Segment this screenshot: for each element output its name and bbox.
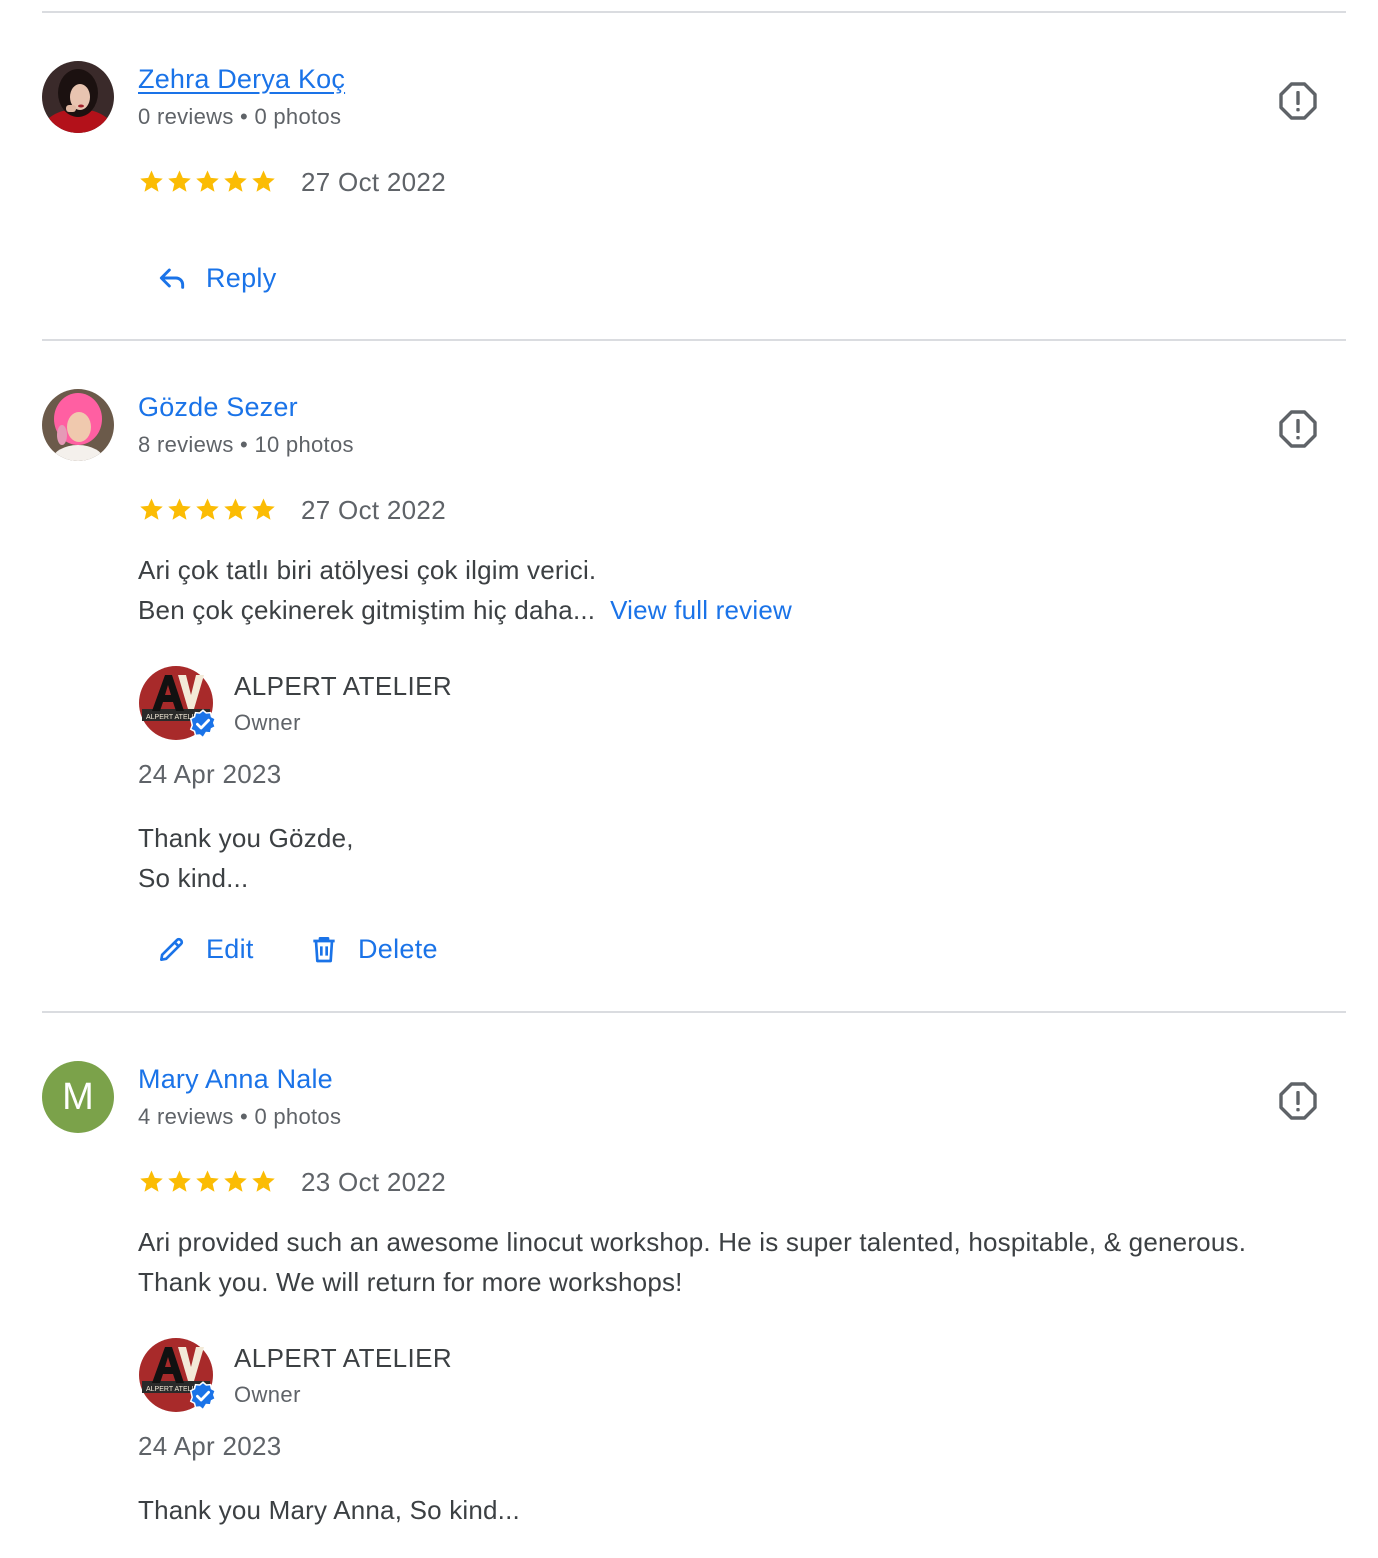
star-rating — [138, 496, 277, 523]
review-text: Ari çok tatlı biri atölyesi çok ilgim ve… — [138, 550, 792, 630]
owner-reply-line: Thank you Gözde, — [138, 823, 354, 853]
delete-label: Delete — [358, 933, 438, 964]
delete-trash-icon — [313, 937, 335, 963]
review-text-line: Ari provided such an awesome linocut wor… — [138, 1227, 1247, 1257]
divider — [42, 11, 1346, 13]
reply-button[interactable]: Reply — [156, 262, 277, 294]
star-icon — [138, 168, 165, 195]
reviewer-name[interactable]: Mary Anna Nale — [138, 1064, 333, 1095]
star-icon — [138, 1168, 165, 1195]
avatar[interactable]: M — [42, 1061, 114, 1133]
report-flag-icon[interactable] — [1276, 79, 1320, 123]
star-icon — [194, 496, 221, 523]
view-full-review-link[interactable]: View full review — [610, 595, 792, 625]
star-icon — [166, 1168, 193, 1195]
reply-icon — [159, 268, 185, 289]
edit-button[interactable]: Edit — [156, 933, 254, 965]
reviewer-meta: 0 reviews • 0 photos — [138, 104, 342, 129]
verified-badge-icon — [188, 709, 218, 739]
star-rating — [138, 168, 277, 195]
delete-button[interactable]: Delete — [308, 933, 438, 965]
reply-label: Reply — [206, 262, 277, 293]
star-icon — [194, 168, 221, 195]
review-text: Ari provided such an awesome linocut wor… — [138, 1222, 1246, 1302]
reviewer-meta: 4 reviews • 0 photos — [138, 1104, 342, 1129]
edit-label: Edit — [206, 933, 254, 964]
review-date: 27 Oct 2022 — [301, 167, 446, 197]
star-icon — [222, 168, 249, 195]
owner-reply-date: 24 Apr 2023 — [138, 1431, 282, 1461]
avatar[interactable] — [42, 61, 114, 133]
owner-reply-date: 24 Apr 2023 — [138, 759, 282, 789]
edit-pencil-icon — [160, 937, 184, 961]
report-flag-icon[interactable] — [1276, 407, 1320, 451]
divider — [42, 1011, 1346, 1013]
star-rating — [138, 1168, 277, 1195]
reviewer-name[interactable]: Gözde Sezer — [138, 392, 298, 423]
avatar[interactable] — [42, 389, 114, 461]
star-icon — [222, 496, 249, 523]
owner-name: ALPERT ATELIER — [234, 671, 453, 701]
report-flag-icon[interactable] — [1276, 1079, 1320, 1123]
owner-reply-line: Thank you Mary Anna, So kind... — [138, 1495, 520, 1525]
avatar-letter: M — [62, 1075, 94, 1118]
reviewer-meta: 8 reviews • 10 photos — [138, 432, 354, 457]
review-text-truncated: Ben çok çekinerek gitmiştim hiç daha... — [138, 595, 596, 625]
review-text-line: Ben çok çekinerek gitmiştim hiç daha... … — [138, 590, 792, 630]
review-date: 27 Oct 2022 — [301, 495, 446, 525]
review-text-line: Thank you. We will return for more works… — [138, 1267, 683, 1297]
verified-badge-icon — [188, 1381, 218, 1411]
owner-reply-text: Thank you Gözde, So kind... — [138, 818, 354, 898]
owner-reply-text: Thank you Mary Anna, So kind... — [138, 1490, 520, 1530]
owner-name: ALPERT ATELIER — [234, 1343, 453, 1373]
reviewer-name[interactable]: Zehra Derya Koç — [138, 64, 345, 95]
star-icon — [250, 496, 277, 523]
owner-role: Owner — [234, 710, 301, 735]
star-icon — [250, 1168, 277, 1195]
owner-role: Owner — [234, 1382, 301, 1407]
divider — [42, 339, 1346, 341]
star-icon — [194, 1168, 221, 1195]
star-icon — [222, 1168, 249, 1195]
review-date: 23 Oct 2022 — [301, 1167, 446, 1197]
star-icon — [138, 496, 165, 523]
star-icon — [250, 168, 277, 195]
review-text-line: Ari çok tatlı biri atölyesi çok ilgim ve… — [138, 555, 597, 585]
owner-reply-line: So kind... — [138, 863, 249, 893]
star-icon — [166, 496, 193, 523]
star-icon — [166, 168, 193, 195]
